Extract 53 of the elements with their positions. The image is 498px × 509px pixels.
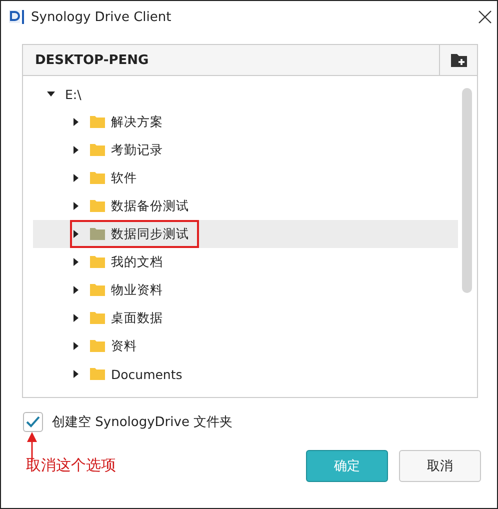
folder-name: 考勤记录 [111,142,163,158]
tree-row[interactable]: 桌面数据 [33,304,458,332]
checkbox-label: 创建空 SynologyDrive 文件夹 [52,414,233,431]
tree-row[interactable]: 物业资料 [33,276,458,304]
folder-name: 数据备份测试 [111,198,189,214]
tree-row[interactable]: 资料 [33,332,458,360]
tree-row[interactable]: 数据同步测试 [33,220,458,248]
folder-name: Documents [111,366,182,382]
close-icon[interactable] [478,10,492,24]
collapsed-arrow-icon[interactable] [72,286,80,294]
annotation-note: 取消这个选项 [26,456,117,475]
collapsed-arrow-icon[interactable] [72,342,80,350]
folder-name: 解决方案 [111,114,163,130]
folder-name: 桌面数据 [111,310,163,326]
collapsed-arrow-icon[interactable] [72,370,80,378]
collapsed-arrow-icon[interactable] [72,146,80,154]
folder-icon [90,284,105,296]
cancel-button[interactable]: 取消 [399,450,481,482]
folder-icon [90,172,105,184]
folder-icon [90,144,105,156]
tree-row[interactable]: 考勤记录 [33,136,458,164]
collapsed-arrow-icon[interactable] [72,258,80,266]
tree-row[interactable]: 软件 [33,164,458,192]
collapsed-arrow-icon[interactable] [72,118,80,126]
folder-icon [90,368,105,380]
folder-icon [90,340,105,352]
computer-name: DESKTOP-PENG [34,52,150,68]
window-title: Synology Drive Client [31,10,172,24]
app-logo-icon [9,9,25,25]
folder-icon [90,256,105,268]
folder-name: E:\ [65,86,82,102]
expanded-arrow-icon[interactable] [47,90,55,98]
folder-name: 数据同步测试 [111,226,189,242]
scrollbar-thumb[interactable] [462,88,472,293]
folder-icon [90,312,105,324]
collapsed-arrow-icon[interactable] [72,314,80,322]
folder-name: 我的文档 [111,254,163,270]
tree-row[interactable]: 数据备份测试 [33,192,458,220]
collapsed-arrow-icon[interactable] [72,174,80,182]
folder-name: 软件 [111,170,137,186]
folder-plus-icon [450,53,466,67]
collapsed-arrow-icon[interactable] [72,202,80,210]
tree-row[interactable]: Documents [33,360,458,388]
checkbox[interactable] [23,412,43,432]
folder-name: 物业资料 [111,282,163,298]
tree-row[interactable]: 解决方案 [33,108,458,136]
tree-row[interactable]: E:\ [33,80,458,108]
folder-icon [90,228,105,240]
folder-name: 资料 [111,338,137,354]
folder-icon [90,200,105,212]
folder-icon [90,116,105,128]
collapsed-arrow-icon[interactable] [72,230,80,238]
tree-row[interactable]: 我的文档 [33,248,458,276]
